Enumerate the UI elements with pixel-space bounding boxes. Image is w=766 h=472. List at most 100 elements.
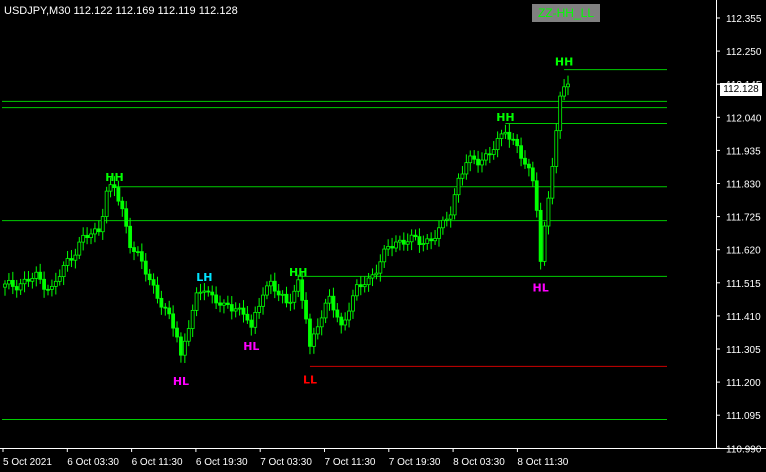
candle-body (202, 290, 207, 293)
candle-body (136, 251, 140, 254)
candle-body (77, 241, 82, 256)
candle-body (225, 302, 230, 305)
candle-body (401, 239, 406, 245)
candle-body (476, 158, 480, 166)
candle-body (210, 291, 215, 296)
candle-body (413, 234, 418, 238)
candle-body (534, 180, 539, 211)
candle-body (323, 302, 328, 319)
candle-body (222, 302, 226, 306)
y-tick-label: 112.355 (726, 14, 762, 25)
candle-body (542, 225, 547, 262)
candle-body (292, 290, 297, 303)
candle-body (374, 272, 379, 276)
y-tick-label: 111.305 (726, 345, 761, 356)
swing-label: HH (289, 266, 307, 279)
candle-body (304, 299, 308, 320)
candle-body (394, 241, 398, 249)
candle-body (550, 166, 555, 199)
x-tick-label: 8 Oct 11:30 (517, 457, 568, 468)
candle-body (421, 243, 426, 246)
candle-body (167, 307, 172, 315)
x-tick-label: 7 Oct 03:30 (260, 457, 312, 468)
candle-body (452, 194, 457, 216)
x-tick-label: 6 Oct 11:30 (132, 457, 183, 468)
candle-body (354, 284, 359, 297)
candle-body (566, 83, 570, 88)
candle-body (7, 279, 11, 285)
candle-body (89, 233, 93, 238)
candle-body (175, 327, 179, 338)
candle-body (198, 291, 203, 294)
candle-body (104, 190, 109, 217)
ohlc-open: 112.122 (73, 5, 113, 17)
candle-body (190, 309, 195, 329)
candle-body (276, 290, 281, 296)
swing-label: HL (243, 340, 259, 353)
candle-body (100, 216, 105, 233)
candle-body (366, 277, 371, 286)
candle-body (237, 307, 242, 310)
candle-body (65, 258, 70, 266)
candle-body (483, 153, 488, 161)
candle-body (382, 248, 387, 263)
candle-body (93, 228, 97, 235)
candle-body (530, 167, 535, 182)
candle-body (347, 310, 351, 321)
candle-body (296, 279, 301, 292)
candle-body (108, 184, 113, 192)
swing-label: HL (173, 375, 189, 388)
candle-body (73, 254, 78, 261)
swing-label: LL (303, 373, 317, 386)
candle-body (26, 278, 31, 282)
candle-body (319, 317, 324, 328)
candle-body (124, 208, 129, 227)
candle-body (558, 95, 563, 132)
candle-body (288, 301, 293, 304)
candle-body (464, 162, 469, 175)
candle-body (480, 159, 484, 166)
y-tick-label: 111.935 (726, 146, 761, 157)
candle-body (112, 184, 117, 188)
candle-body (358, 284, 363, 288)
candle-body (53, 280, 58, 287)
symbol-timeframe: USDJPY,M30 (4, 5, 71, 17)
candle-body (397, 239, 402, 243)
candle-body (523, 157, 527, 165)
candle-body (335, 309, 340, 318)
candle-body (18, 283, 23, 291)
candle-body (3, 283, 7, 288)
x-tick-label: 7 Oct 19:30 (389, 457, 441, 468)
candle-body (81, 234, 86, 243)
candle-body (507, 131, 512, 140)
candle-body (182, 340, 187, 356)
y-tick-label: 112.250 (726, 47, 762, 58)
candle-body (50, 285, 54, 290)
ohlc-low: 112.119 (157, 5, 196, 17)
candle-body (562, 86, 566, 97)
candle-body (22, 278, 27, 285)
candle-body (429, 238, 434, 242)
candle-body (546, 197, 551, 227)
candle-body (519, 145, 523, 159)
axes: 112.355112.250112.145112.040111.935111.8… (0, 0, 766, 468)
y-tick-label: 111.620 (726, 246, 761, 257)
candle-body (10, 279, 15, 287)
candle-body (339, 316, 344, 326)
x-tick-label: 5 Oct 2021 (3, 457, 52, 468)
candle-body (440, 219, 445, 229)
candle-body (218, 302, 222, 306)
candle-body (511, 138, 516, 141)
swing-label: HH (496, 111, 514, 124)
candle-body (14, 286, 19, 291)
price-chart[interactable]: HHHLLHHLHHLLHHHLHH 112.355112.250112.145… (0, 0, 766, 472)
candle-body (495, 138, 500, 151)
candle-body (308, 318, 312, 347)
indicator-label[interactable]: ZZ-HH_LL (532, 4, 600, 22)
candle-body (265, 285, 269, 296)
candle-body (362, 284, 367, 288)
candle-body (433, 238, 437, 242)
candle-body (444, 218, 449, 221)
candle-body (390, 246, 394, 249)
y-tick-label: 111.830 (726, 180, 761, 191)
